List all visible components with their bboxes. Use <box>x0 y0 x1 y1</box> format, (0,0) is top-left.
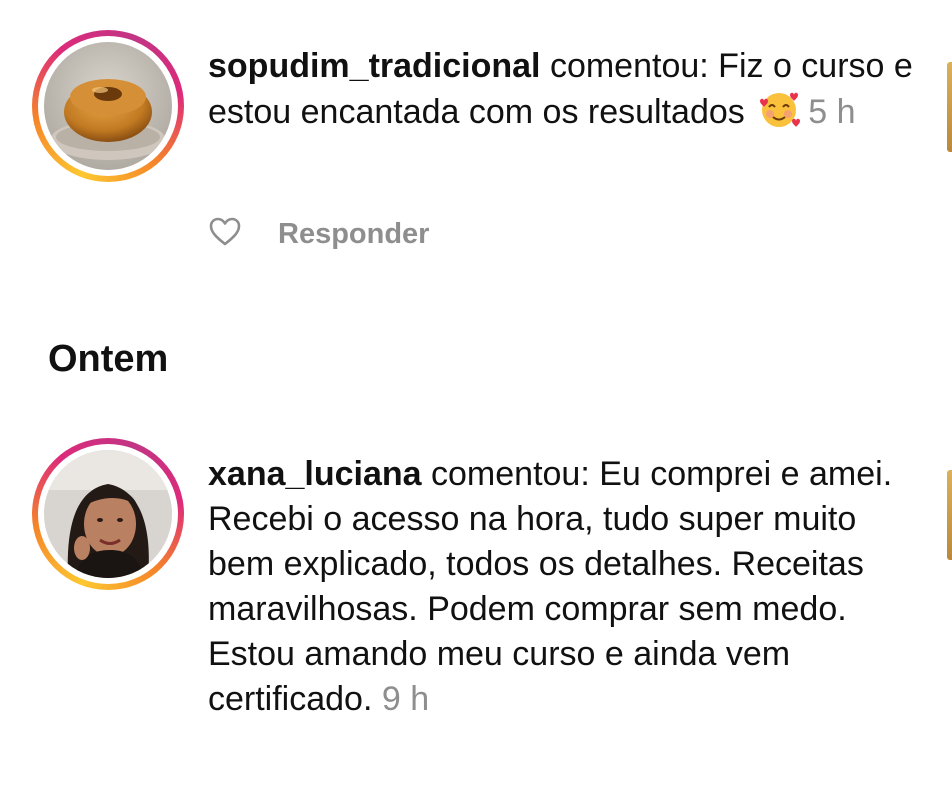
profile-photo <box>44 450 172 578</box>
notification-text: xana_luciana comentou: Eu comprei e amei… <box>208 452 928 722</box>
avatar-ring[interactable] <box>32 438 184 590</box>
post-thumbnail-edge[interactable] <box>947 470 952 560</box>
timestamp: 5 h <box>808 93 856 131</box>
notification-text: sopudim_tradicional comentou: Fiz o curs… <box>208 44 928 141</box>
timestamp: 9 h <box>381 680 430 718</box>
heart-icon[interactable] <box>208 217 242 252</box>
avatar[interactable] <box>44 450 172 578</box>
notification-item[interactable]: sopudim_tradicional comentou: Fiz o curs… <box>0 0 952 260</box>
avatar-ring[interactable] <box>32 30 184 182</box>
pudding-photo <box>44 42 172 170</box>
comment-text: Eu comprei e amei. Recebi o acesso na ho… <box>208 455 893 718</box>
username[interactable]: xana_luciana <box>208 455 422 493</box>
smiling-face-with-hearts-icon <box>756 89 802 141</box>
action-verb: comentou: <box>431 455 590 493</box>
reply-button[interactable]: Responder <box>278 218 429 251</box>
comment-actions: Responder <box>208 214 429 254</box>
avatar[interactable] <box>44 42 172 170</box>
post-thumbnail-edge[interactable] <box>947 62 952 152</box>
action-verb: comentou: <box>549 47 709 85</box>
notification-item[interactable]: xana_luciana comentou: Eu comprei e amei… <box>0 420 952 780</box>
username[interactable]: sopudim_tradicional <box>208 47 541 85</box>
section-title: Ontem <box>48 338 169 380</box>
